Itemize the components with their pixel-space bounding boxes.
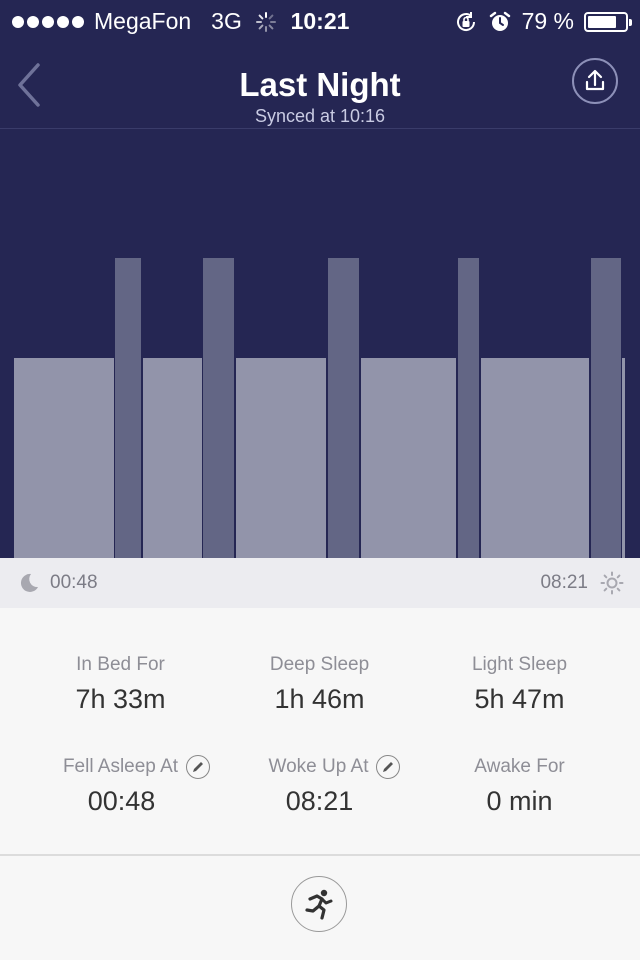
light-sleep-bar [14,358,114,558]
sleep-stats: In Bed For 7h 33m Deep Sleep 1h 46m Ligh… [0,608,640,855]
header-region: MegaFon 3G 10:21 79 % Last Night Synced … [0,0,640,558]
deep-sleep-bar [457,257,480,558]
alarm-clock-icon [489,11,510,31]
stat-value: 0 min [486,786,553,816]
upload-icon [585,69,605,91]
activity-button[interactable] [291,876,347,932]
pencil-icon [193,762,204,772]
stat-label: Awake For [474,756,565,777]
deep-sleep-bar [115,257,141,558]
sleep-end-time: 08:21 [540,572,588,593]
stat-label: In Bed For [76,654,165,675]
sun-icon [600,571,624,595]
light-sleep-bar [142,358,202,558]
light-sleep-bar [622,358,626,558]
stat-light-sleep: Light Sleep 5h 47m [413,652,626,715]
light-sleep-bar [481,358,589,558]
stat-value: 7h 33m [75,684,166,714]
edit-woke-up-button[interactable] [376,755,401,779]
stat-label: Fell Asleep At [62,756,179,777]
stat-value: 08:21 [285,786,354,816]
light-sleep-bar [236,358,326,558]
status-bar: MegaFon 3G 10:21 79 % [0,0,640,40]
stat-label: Deep Sleep [269,654,370,675]
sync-status: Synced at 10:16 [254,106,386,126]
page-title: Last Night [239,66,401,103]
running-icon [305,889,333,920]
stat-in-bed: In Bed For 7h 33m [14,652,227,715]
sleep-chart [0,128,640,558]
stat-deep-sleep: Deep Sleep 1h 46m [213,652,426,715]
time-strip: 00:48 08:21 [0,558,640,608]
sleep-start-time: 00:48 [50,572,98,593]
bottom-bar [0,856,640,960]
deep-sleep-bar [202,257,235,558]
deep-sleep-bar [327,257,360,558]
stat-value: 1h 46m [274,684,365,714]
battery-percent: 79 % [521,8,574,34]
share-button[interactable] [572,58,618,104]
stat-woke-up: Woke Up At 08:21 [228,754,441,817]
stat-value: 5h 47m [474,684,565,714]
stat-awake: Awake For 0 min [413,754,626,817]
stat-label: Woke Up At [268,756,369,777]
rotation-lock-icon [456,11,475,31]
edit-fell-asleep-button[interactable] [186,755,211,779]
pencil-icon [383,762,394,772]
battery-icon [584,11,632,32]
moon-icon [20,573,38,592]
deep-sleep-bar [590,257,621,558]
light-sleep-bar [360,358,456,558]
stat-label: Light Sleep [471,654,568,675]
nav-bar: Last Night Synced at 10:16 [0,40,640,129]
